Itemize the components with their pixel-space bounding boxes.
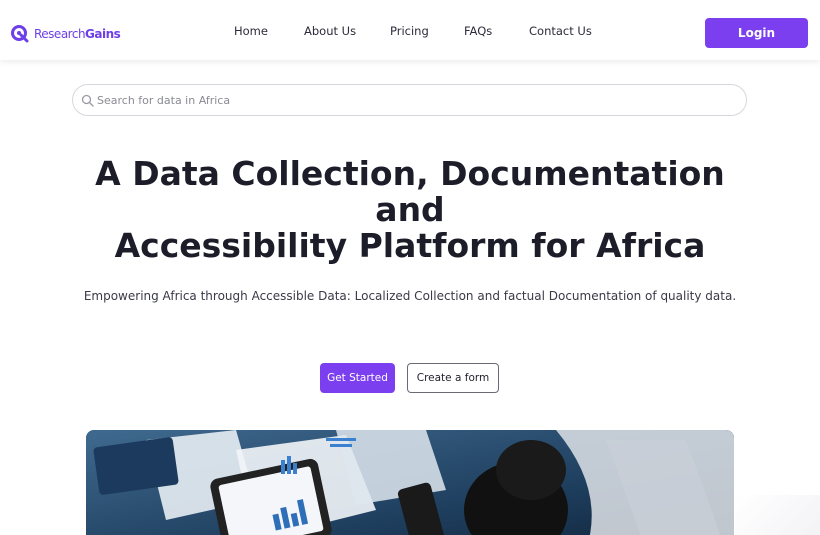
top-navbar: ResearchGains Home About Us Pricing FAQs… (0, 0, 820, 60)
main-nav: Home About Us Pricing FAQs Contact Us (0, 24, 820, 42)
nav-link-home[interactable]: Home (234, 24, 268, 38)
search-bar[interactable] (72, 84, 747, 116)
hero-title-line-2: and (375, 190, 445, 229)
hero-subtitle: Empowering Africa through Accessible Dat… (83, 289, 737, 303)
get-started-button[interactable]: Get Started (320, 363, 395, 393)
hero-image (86, 430, 734, 535)
nav-link-contact-us[interactable]: Contact Us (529, 24, 592, 38)
search-icon (81, 94, 94, 107)
search-input[interactable] (97, 89, 737, 111)
hero-title: A Data Collection, Documentation and Acc… (60, 156, 760, 264)
hero-title-line-3: Accessibility Platform for Africa (114, 226, 706, 265)
corner-shade (735, 495, 820, 535)
nav-link-faqs[interactable]: FAQs (464, 24, 492, 38)
hero-title-line-1: A Data Collection, Documentation (95, 154, 725, 193)
nav-link-pricing[interactable]: Pricing (390, 24, 429, 38)
hero-photo-illustration (86, 430, 734, 535)
create-form-button[interactable]: Create a form (407, 363, 499, 393)
login-button[interactable]: Login (705, 18, 808, 48)
nav-link-about-us[interactable]: About Us (304, 24, 356, 38)
